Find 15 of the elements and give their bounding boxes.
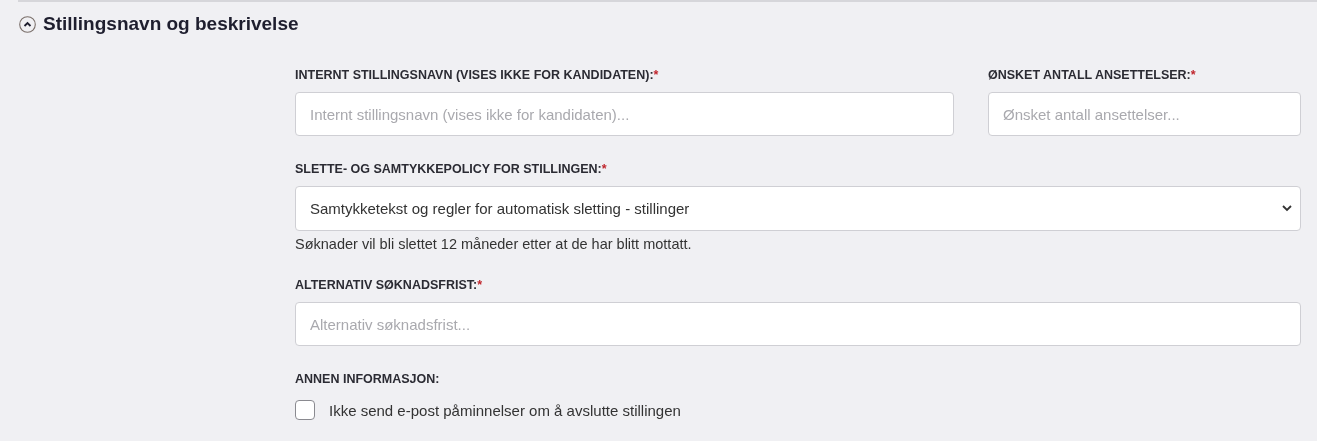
field-label: SLETTE- OG SAMTYKKEPOLICY FOR STILLINGEN:* (295, 162, 608, 176)
checkbox-label: Ikke send e-post påminnelser om å avslutte stillingen (329, 401, 681, 419)
field-label: ØNSKET ANTALL ANSETTELSER:* (988, 68, 1197, 82)
help-text: Søknader vil bli slettet 12 måneder etter at de har blitt mottatt. (295, 236, 692, 252)
field-label: INTERNT STILLINGSNAVN (VISES IKKE FOR KANDIDATEN):* (295, 68, 660, 82)
section-title: Stillingsnavn og beskrivelse (43, 13, 299, 35)
chevron-down-icon (1282, 205, 1292, 212)
chevron-up-circle-icon[interactable] (19, 15, 36, 33)
text-field[interactable]: Ønsket antall ansettelser... (988, 92, 1301, 136)
text-field[interactable]: Internt stillingsnavn (vises ikke for kandidaten)... (295, 92, 954, 136)
text-field[interactable]: Alternativ søknadsfrist... (295, 302, 1301, 346)
field-label: ALTERNATIV SØKNADSFRIST:* (295, 278, 484, 292)
field-label: ANNEN INFORMASJON: (295, 372, 441, 386)
select-field[interactable]: Samtykketekst og regler for automatisk sletting - stillinger (295, 186, 1301, 231)
checkbox[interactable] (295, 400, 315, 420)
